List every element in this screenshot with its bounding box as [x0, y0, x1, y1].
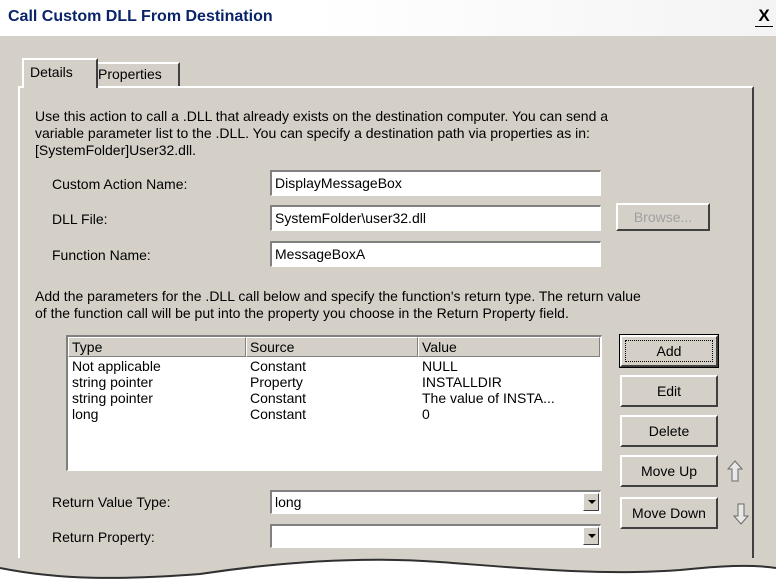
- tab-properties[interactable]: Properties: [90, 62, 180, 86]
- title-bar: Call Custom DLL From Destination X: [0, 0, 776, 36]
- tab-properties-label: Properties: [98, 66, 162, 82]
- close-icon[interactable]: X: [755, 6, 773, 27]
- details-panel: [18, 86, 754, 558]
- window-title: Call Custom DLL From Destination: [8, 8, 273, 25]
- torn-edge: [0, 558, 776, 586]
- tab-details[interactable]: Details: [22, 58, 98, 88]
- tab-details-label: Details: [30, 64, 73, 80]
- dialog-window: Call Custom DLL From Destination X Detai…: [0, 0, 776, 586]
